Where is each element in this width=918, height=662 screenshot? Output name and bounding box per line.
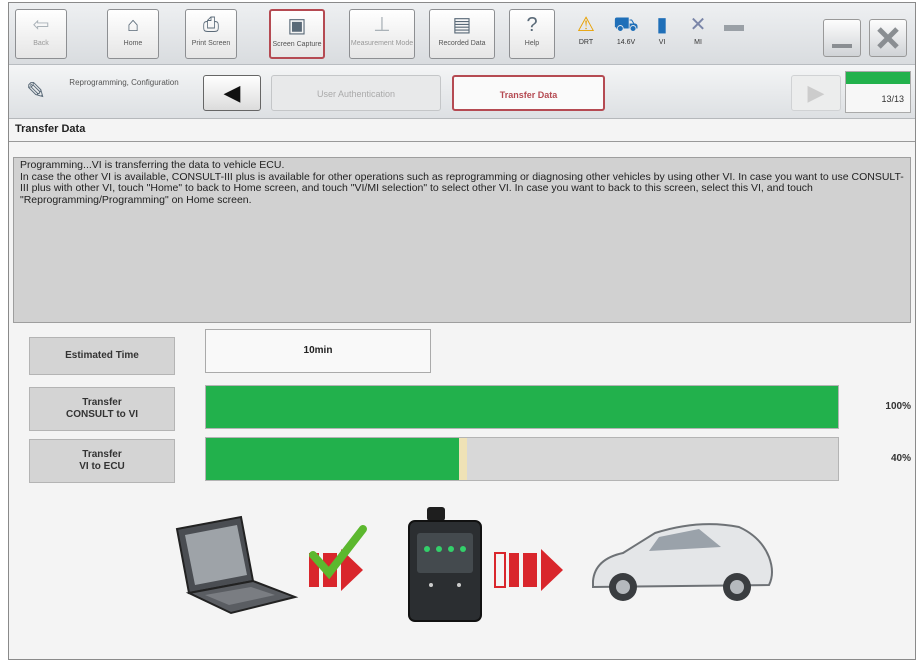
- measurement-icon: ⊥: [373, 14, 391, 36]
- battery-voltage-status: ⛟ 14.6V: [609, 11, 643, 57]
- consult-window: ⇦ Back ⌂ Home ⎙ Print Screen ▣ Screen Ca…: [8, 2, 916, 660]
- transfer-consult-to-vi-percent: 100%: [885, 401, 911, 412]
- transfer-consult-to-vi-progress: [205, 385, 839, 429]
- transfer-vi-to-ecu-label: Transfer VI to ECU: [29, 439, 175, 483]
- print-screen-button[interactable]: ⎙ Print Screen: [185, 9, 237, 59]
- message-box: Programming...VI is transferring the dat…: [13, 157, 911, 323]
- minimize-icon: [832, 44, 852, 48]
- screen-capture-button[interactable]: ▣ Screen Capture: [269, 9, 325, 59]
- transfer-illustration: [175, 507, 773, 622]
- recorded-data-icon: ▤: [452, 14, 472, 36]
- step-counter-text: 13/13: [881, 94, 904, 104]
- step-progress-bar: [846, 72, 910, 84]
- mi-x-icon: ✕: [689, 14, 707, 36]
- page-title: Transfer Data: [15, 123, 86, 135]
- estimated-time-label: Estimated Time: [29, 337, 175, 375]
- step-transfer-data[interactable]: Transfer Data: [452, 75, 605, 111]
- transfer-vi-to-ecu-percent: 40%: [890, 453, 911, 464]
- section-label: Reprogramming, Configuration: [69, 78, 179, 87]
- vi-device-icon: [408, 507, 482, 622]
- vi-status: ▮ VI: [645, 11, 679, 57]
- recorded-data-button[interactable]: ▤ Recorded Data: [429, 9, 495, 59]
- camera-icon: ▣: [287, 15, 307, 37]
- progress-fill: [206, 438, 459, 480]
- step-user-authentication[interactable]: User Authentication: [271, 75, 441, 111]
- message-line: In case the other VI is available, CONSU…: [20, 170, 904, 206]
- reprogramming-icon: ✎: [25, 78, 47, 105]
- warning-icon: ⚠: [577, 14, 595, 36]
- toolbar: ⇦ Back ⌂ Home ⎙ Print Screen ▣ Screen Ca…: [9, 3, 915, 65]
- printer-icon: ⎙: [203, 14, 219, 36]
- help-button[interactable]: ? Help: [509, 9, 555, 59]
- car-battery-icon: ⛟: [613, 14, 639, 36]
- back-toolbar-button[interactable]: ⇦ Back: [15, 9, 67, 59]
- divider: [9, 141, 915, 142]
- mi-device-status: ▬: [717, 11, 751, 57]
- close-button[interactable]: [869, 19, 907, 57]
- home-button[interactable]: ⌂ Home: [107, 9, 159, 59]
- measurement-mode-button[interactable]: ⊥ Measurement Mode: [349, 9, 415, 59]
- home-icon: ⌂: [126, 14, 140, 36]
- progress-fill: [206, 386, 838, 428]
- next-step-button[interactable]: ▶: [791, 75, 841, 111]
- dtc-status: ⚠ DRT: [569, 11, 603, 57]
- mi-status: ✕ MI: [681, 11, 715, 57]
- progress-leading-edge: [458, 438, 467, 480]
- transfer-vi-to-ecu-progress: [205, 437, 839, 481]
- car-icon: [592, 523, 773, 601]
- help-icon: ?: [526, 14, 538, 36]
- step-counter: 13/13: [845, 71, 911, 113]
- navigation-bar: ✎ Reprogramming, Configuration ◀ User Au…: [9, 65, 915, 119]
- message-line: Programming...VI is transferring the dat…: [20, 159, 285, 171]
- laptop-icon: [175, 515, 299, 615]
- back-arrow-icon: ⇦: [32, 14, 50, 36]
- triangle-left-icon: ◀: [223, 80, 241, 105]
- arrow-right-icon: [494, 549, 563, 591]
- battery-icon: ▬: [724, 14, 744, 36]
- minimize-button[interactable]: [823, 19, 861, 57]
- signal-icon: ▮: [656, 14, 668, 36]
- estimated-time-value: 10min: [205, 329, 431, 373]
- triangle-right-icon: ▶: [807, 80, 825, 105]
- previous-step-button[interactable]: ◀: [203, 75, 261, 111]
- transfer-consult-to-vi-label: Transfer CONSULT to VI: [29, 387, 175, 431]
- close-icon: [877, 27, 899, 49]
